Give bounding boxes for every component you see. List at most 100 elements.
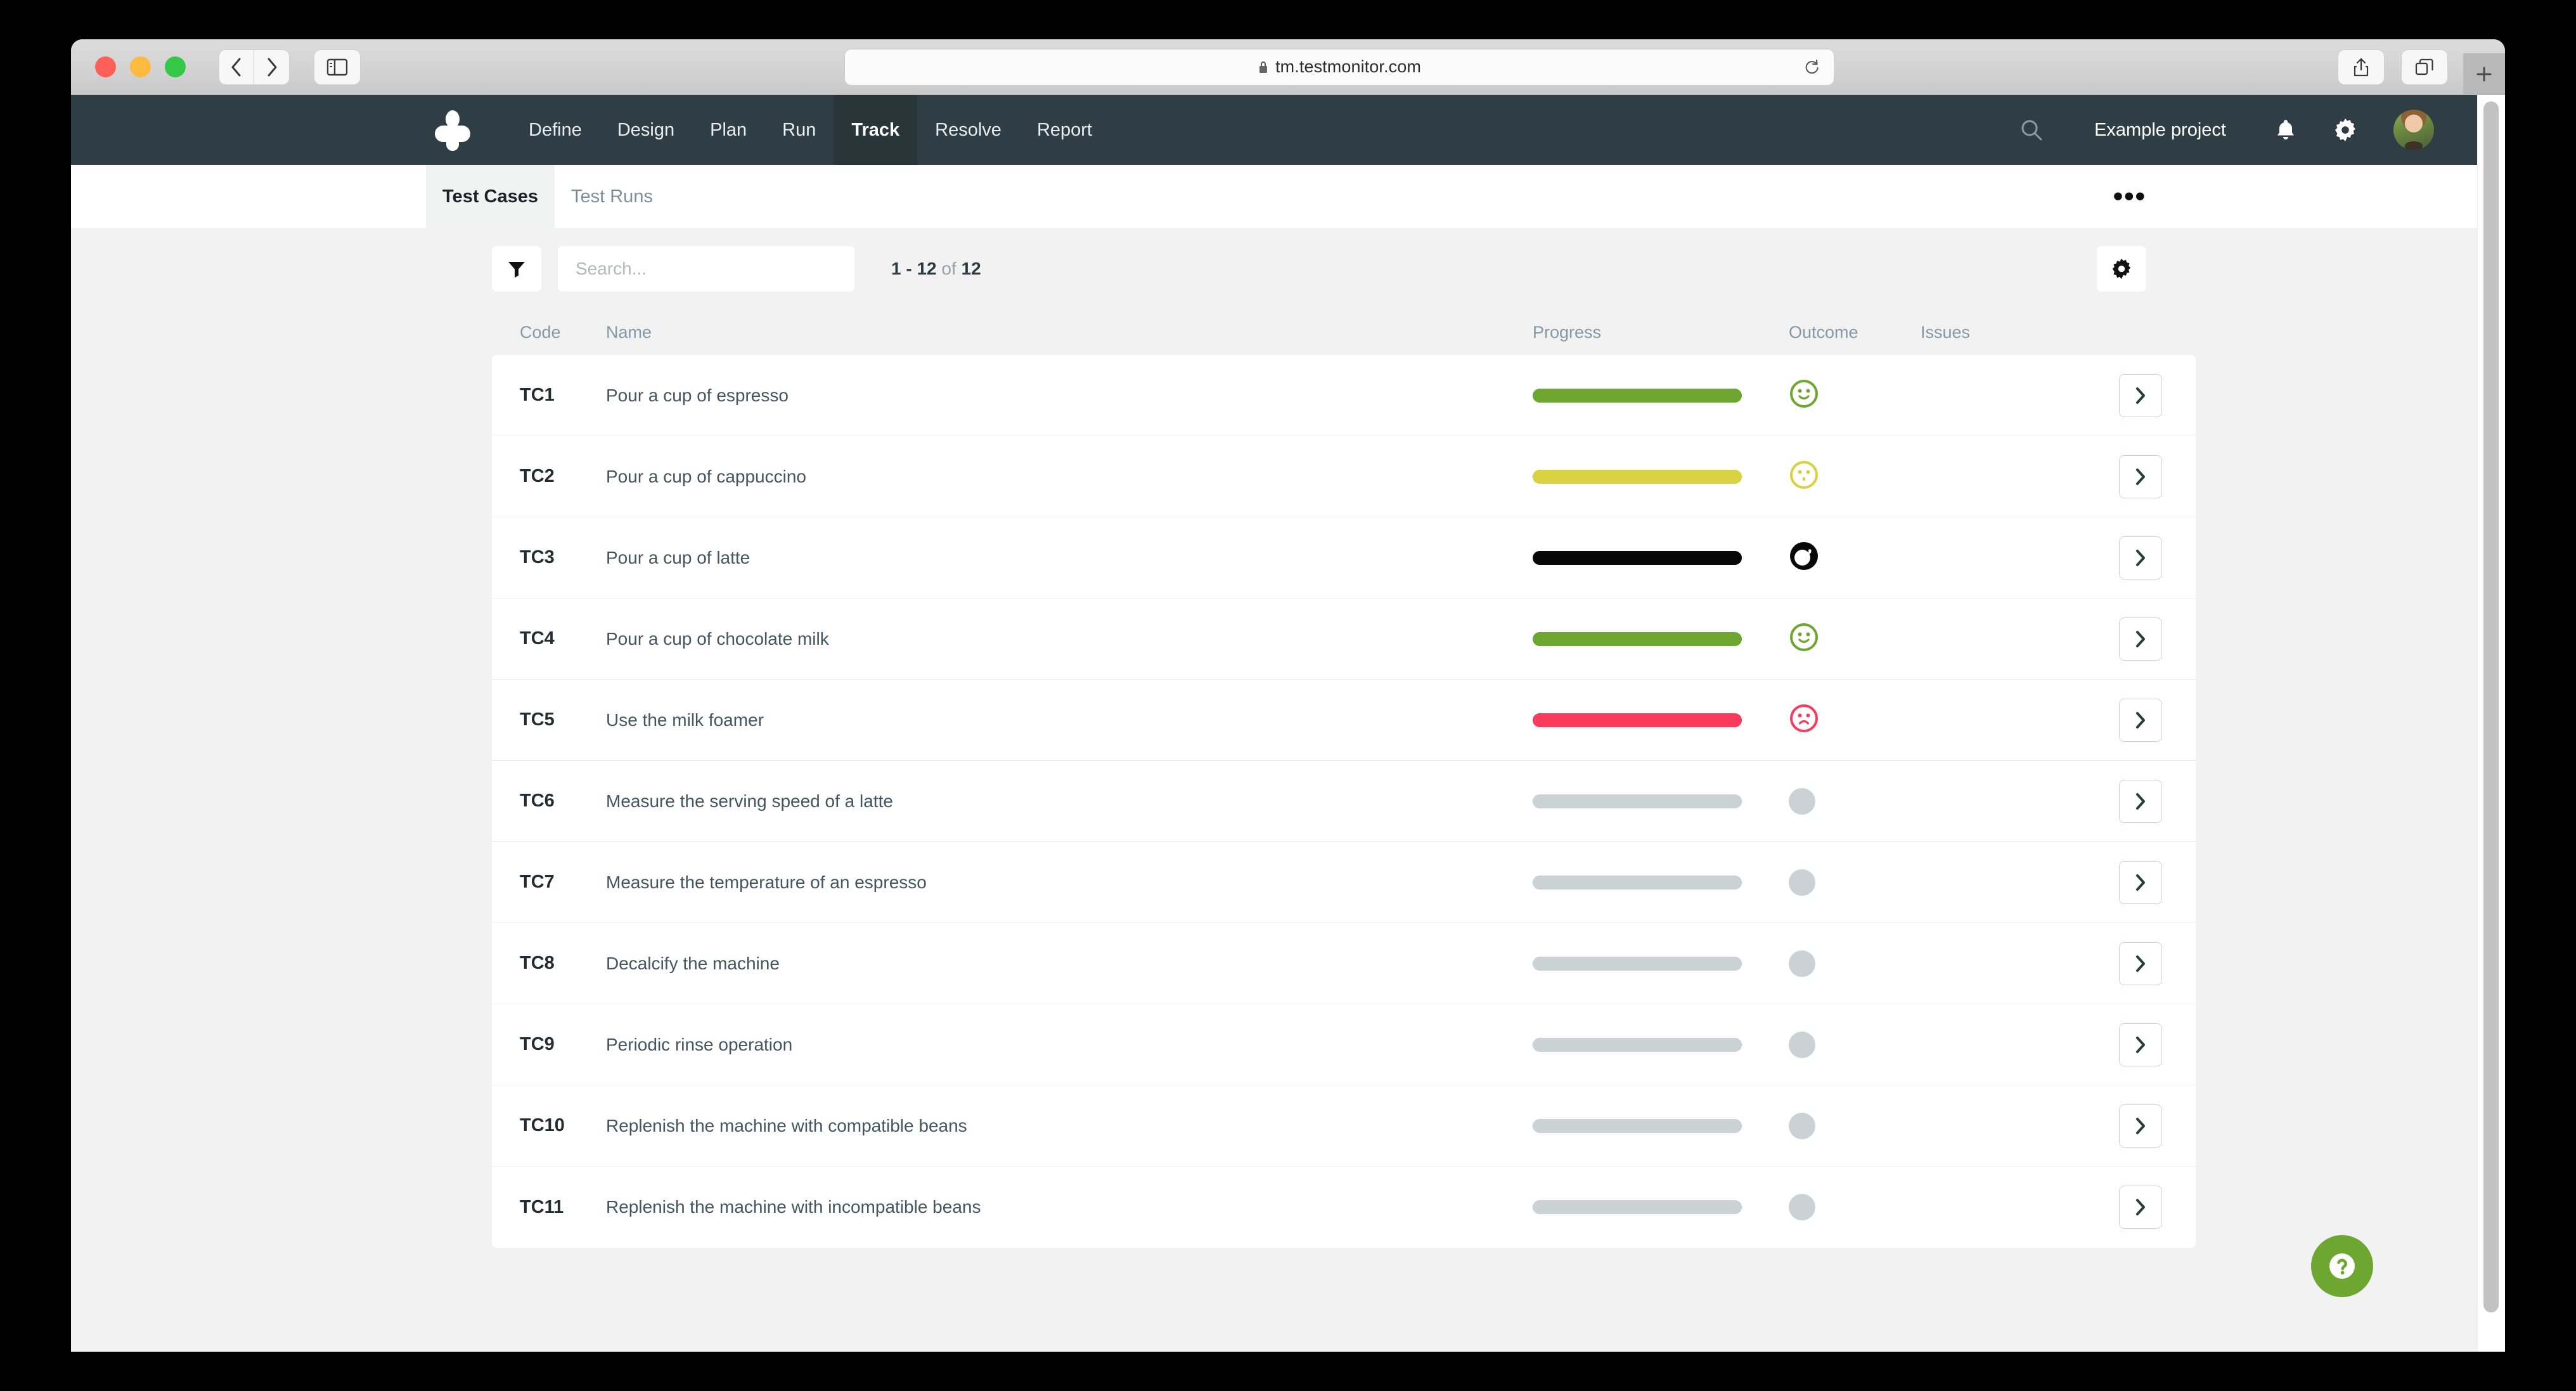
chevron-right-icon: [2132, 548, 2149, 567]
table-row[interactable]: TC10Replenish the machine with compatibl…: [492, 1085, 2196, 1167]
cell-progress: [1533, 389, 1789, 403]
nav-item-report[interactable]: Report: [1019, 95, 1110, 165]
cell-actions: [2085, 1104, 2196, 1148]
bell-icon[interactable]: [2276, 119, 2296, 141]
cell-actions: [2085, 618, 2196, 661]
tab-test-cases[interactable]: Test Cases: [426, 165, 555, 228]
cell-name: Pour a cup of latte: [606, 548, 1533, 568]
filter-button[interactable]: [492, 246, 541, 292]
table-row[interactable]: TC3Pour a cup of latte: [492, 517, 2196, 598]
sidebar-toggle-icon: [326, 58, 348, 76]
table-row[interactable]: TC9Periodic rinse operation: [492, 1004, 2196, 1085]
open-test-case-button[interactable]: [2119, 861, 2162, 904]
cell-progress: [1533, 957, 1789, 971]
cell-progress: [1533, 794, 1789, 808]
table-row[interactable]: TC8Decalcify the machine: [492, 923, 2196, 1004]
avatar[interactable]: [2393, 110, 2434, 150]
pagination-total: 12: [962, 259, 981, 278]
nav-item-run[interactable]: Run: [764, 95, 834, 165]
help-button[interactable]: [2311, 1235, 2373, 1297]
open-test-case-button[interactable]: [2119, 699, 2162, 742]
navbar-right-actions: Example project: [2019, 95, 2505, 165]
column-header-issues[interactable]: Issues: [1921, 323, 2085, 342]
table-row[interactable]: TC5Use the milk foamer: [492, 680, 2196, 761]
tab-test-runs[interactable]: Test Runs: [555, 165, 669, 228]
column-header-name[interactable]: Name: [606, 323, 1533, 342]
page-scrollbar[interactable]: [2477, 95, 2505, 1352]
nav-item-define[interactable]: Define: [511, 95, 600, 165]
cell-name: Periodic rinse operation: [606, 1035, 1533, 1055]
nav-item-track[interactable]: Track: [834, 95, 917, 165]
back-button[interactable]: [219, 49, 254, 85]
table-row[interactable]: TC2Pour a cup of cappuccino: [492, 436, 2196, 517]
outcome-none-icon: [1789, 788, 1815, 815]
table-row[interactable]: TC1Pour a cup of espresso: [492, 355, 2196, 436]
outcome-blocked-icon: [1789, 541, 1819, 571]
cell-outcome: [1789, 378, 1921, 412]
cell-name: Pour a cup of espresso: [606, 385, 1533, 406]
cell-progress: [1533, 1119, 1789, 1133]
open-test-case-button[interactable]: [2119, 536, 2162, 579]
project-name[interactable]: Example project: [2094, 120, 2226, 141]
test-case-table: Code Name Progress Outcome Issues TC1Pou…: [492, 309, 2196, 1248]
forward-button[interactable]: [254, 49, 290, 85]
new-tab-button[interactable]: [2463, 53, 2505, 95]
testmonitor-logo-icon[interactable]: [435, 110, 470, 150]
open-test-case-button[interactable]: [2119, 1023, 2162, 1066]
tab-strip: Test Cases Test Runs: [426, 165, 669, 228]
chevron-right-icon: [2132, 1035, 2149, 1054]
open-test-case-button[interactable]: [2119, 618, 2162, 661]
open-test-case-button[interactable]: [2119, 374, 2162, 417]
progress-bar: [1533, 551, 1742, 565]
browser-nav-buttons: [219, 49, 290, 85]
cell-name: Pour a cup of cappuccino: [606, 467, 1533, 487]
nav-item-plan[interactable]: Plan: [692, 95, 764, 165]
cell-name: Use the milk foamer: [606, 710, 1533, 730]
share-button[interactable]: [2338, 49, 2385, 85]
cell-actions: [2085, 780, 2196, 823]
open-test-case-button[interactable]: [2119, 942, 2162, 985]
page-scrollbar-thumb[interactable]: [2483, 101, 2499, 1312]
cell-code: TC1: [492, 385, 606, 406]
nav-item-resolve[interactable]: Resolve: [917, 95, 1019, 165]
column-header-progress[interactable]: Progress: [1533, 323, 1789, 342]
lock-icon: [1258, 60, 1269, 75]
open-test-case-button[interactable]: [2119, 1186, 2162, 1229]
url-text: tm.testmonitor.com: [1275, 57, 1421, 77]
address-bar[interactable]: tm.testmonitor.com: [844, 49, 1834, 86]
main-navigation: Define Design Plan Run Track Resolve Rep…: [511, 95, 1110, 165]
open-test-case-button[interactable]: [2119, 780, 2162, 823]
open-test-case-button[interactable]: [2119, 1104, 2162, 1148]
reload-icon[interactable]: [1803, 58, 1820, 76]
nav-item-design[interactable]: Design: [600, 95, 692, 165]
sidebar-toggle-button[interactable]: [314, 49, 361, 85]
table-row[interactable]: TC11Replenish the machine with incompati…: [492, 1167, 2196, 1248]
outcome-passed-icon: [1789, 378, 1819, 409]
outcome-passed-icon: [1789, 622, 1819, 652]
search-icon[interactable]: [2019, 118, 2044, 142]
overflow-menu-button[interactable]: •••: [2113, 190, 2146, 203]
share-icon: [2353, 57, 2369, 77]
pagination-range: 1 - 12: [891, 259, 937, 278]
column-header-outcome[interactable]: Outcome: [1789, 323, 1921, 342]
table-row[interactable]: TC6Measure the serving speed of a latte: [492, 761, 2196, 842]
browser-window: tm.testmonitor.com: [71, 39, 2505, 1352]
gear-icon[interactable]: [2334, 119, 2357, 141]
minimize-window-button[interactable]: [130, 56, 151, 77]
column-header-code[interactable]: Code: [492, 323, 606, 342]
open-test-case-button[interactable]: [2119, 455, 2162, 498]
show-tabs-button[interactable]: [2401, 49, 2448, 85]
table-row[interactable]: TC7Measure the temperature of an espress…: [492, 842, 2196, 923]
cell-progress: [1533, 1200, 1789, 1214]
cell-code: TC2: [492, 466, 606, 487]
table-settings-button[interactable]: [2097, 246, 2146, 292]
show-tabs-icon: [2415, 58, 2434, 76]
nav-label: Plan: [710, 120, 747, 141]
table-row[interactable]: TC4Pour a cup of chocolate milk: [492, 598, 2196, 680]
close-window-button[interactable]: [95, 56, 116, 77]
search-input[interactable]: [558, 246, 854, 292]
maximize-window-button[interactable]: [165, 56, 186, 77]
page-body: 1 - 12 of 12 Code Name Progress Outcome …: [71, 228, 2505, 1352]
list-toolbar: 1 - 12 of 12: [71, 228, 2505, 309]
cell-outcome: [1789, 460, 1921, 493]
